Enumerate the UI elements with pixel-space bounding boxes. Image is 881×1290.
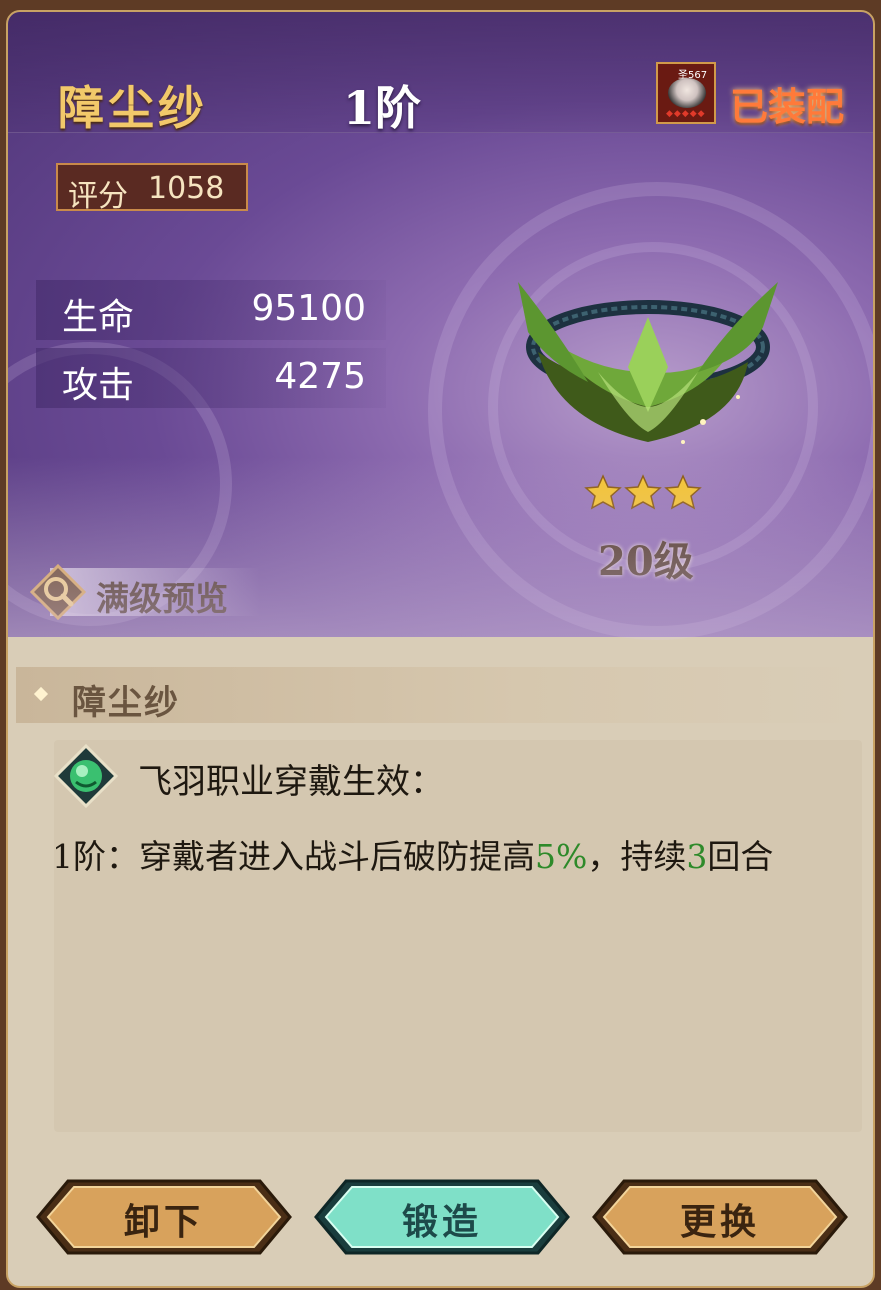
star-icon	[584, 474, 622, 510]
preview-label: 满级预览	[96, 579, 228, 618]
item-header-panel: 障尘纱 1阶 圣567级 ◆◆◆◆◆ 已装配 评分 1058 生命 95100 …	[8, 12, 873, 640]
item-name: 障尘纱	[58, 81, 208, 135]
set-section-header: 障尘纱	[16, 667, 856, 723]
equipped-status: 已装配	[730, 84, 845, 129]
replace-label: 更换	[679, 1201, 760, 1243]
unequip-button[interactable]: 卸下	[34, 1177, 294, 1257]
diamond-bullet-icon	[33, 686, 49, 702]
score-value: 1058	[148, 171, 225, 206]
forge-label: 锻造	[401, 1201, 482, 1243]
score-badge: 评分 1058	[56, 163, 248, 214]
star-icon	[624, 474, 662, 510]
rank-dots-icon: ◆◆◆◆◆	[666, 109, 706, 119]
star-rating	[584, 474, 702, 510]
class-gem-icon	[54, 744, 118, 808]
item-level: 20级	[598, 538, 694, 585]
replace-button[interactable]: 更换	[590, 1177, 850, 1257]
character-portrait-icon	[668, 78, 706, 108]
effect-desc-prefix: 1阶：穿戴者进入战斗后破防提高	[52, 837, 535, 876]
magnifier-icon	[30, 564, 86, 620]
effect-description: 1阶：穿戴者进入战斗后破防提高5%，持续3回合	[52, 830, 773, 878]
stat-row-attack: 攻击 4275	[36, 348, 386, 408]
effect-desc-suffix: 回合	[707, 837, 774, 876]
stat-label: 生命	[62, 297, 135, 338]
section-title: 障尘纱	[72, 683, 180, 723]
stat-value: 95100	[251, 288, 366, 329]
star-icon	[664, 474, 702, 510]
headband-item-icon	[518, 282, 778, 444]
stat-row-hp: 生命 95100	[36, 280, 386, 340]
equipped-character-avatar[interactable]: 圣567级 ◆◆◆◆◆	[656, 62, 716, 124]
effect-title: 飞羽职业穿戴生效：	[138, 762, 444, 802]
effect-value-rounds: 3	[686, 837, 708, 876]
item-tier: 1阶	[343, 81, 422, 135]
forge-button[interactable]: 锻造	[312, 1177, 572, 1257]
stat-label: 攻击	[62, 365, 135, 406]
score-label: 评分	[68, 179, 128, 214]
full-level-preview-button[interactable]: 满级预览	[30, 562, 260, 622]
equipment-detail-window: 障尘纱 1阶 圣567级 ◆◆◆◆◆ 已装配 评分 1058 生命 95100 …	[0, 0, 881, 1290]
stat-value: 4275	[274, 356, 366, 397]
effect-value-percent: 5%	[535, 837, 588, 876]
effect-desc-mid: ，持续	[587, 837, 687, 876]
window-frame: 障尘纱 1阶 圣567级 ◆◆◆◆◆ 已装配 评分 1058 生命 95100 …	[6, 10, 875, 1288]
unequip-label: 卸下	[123, 1201, 204, 1243]
